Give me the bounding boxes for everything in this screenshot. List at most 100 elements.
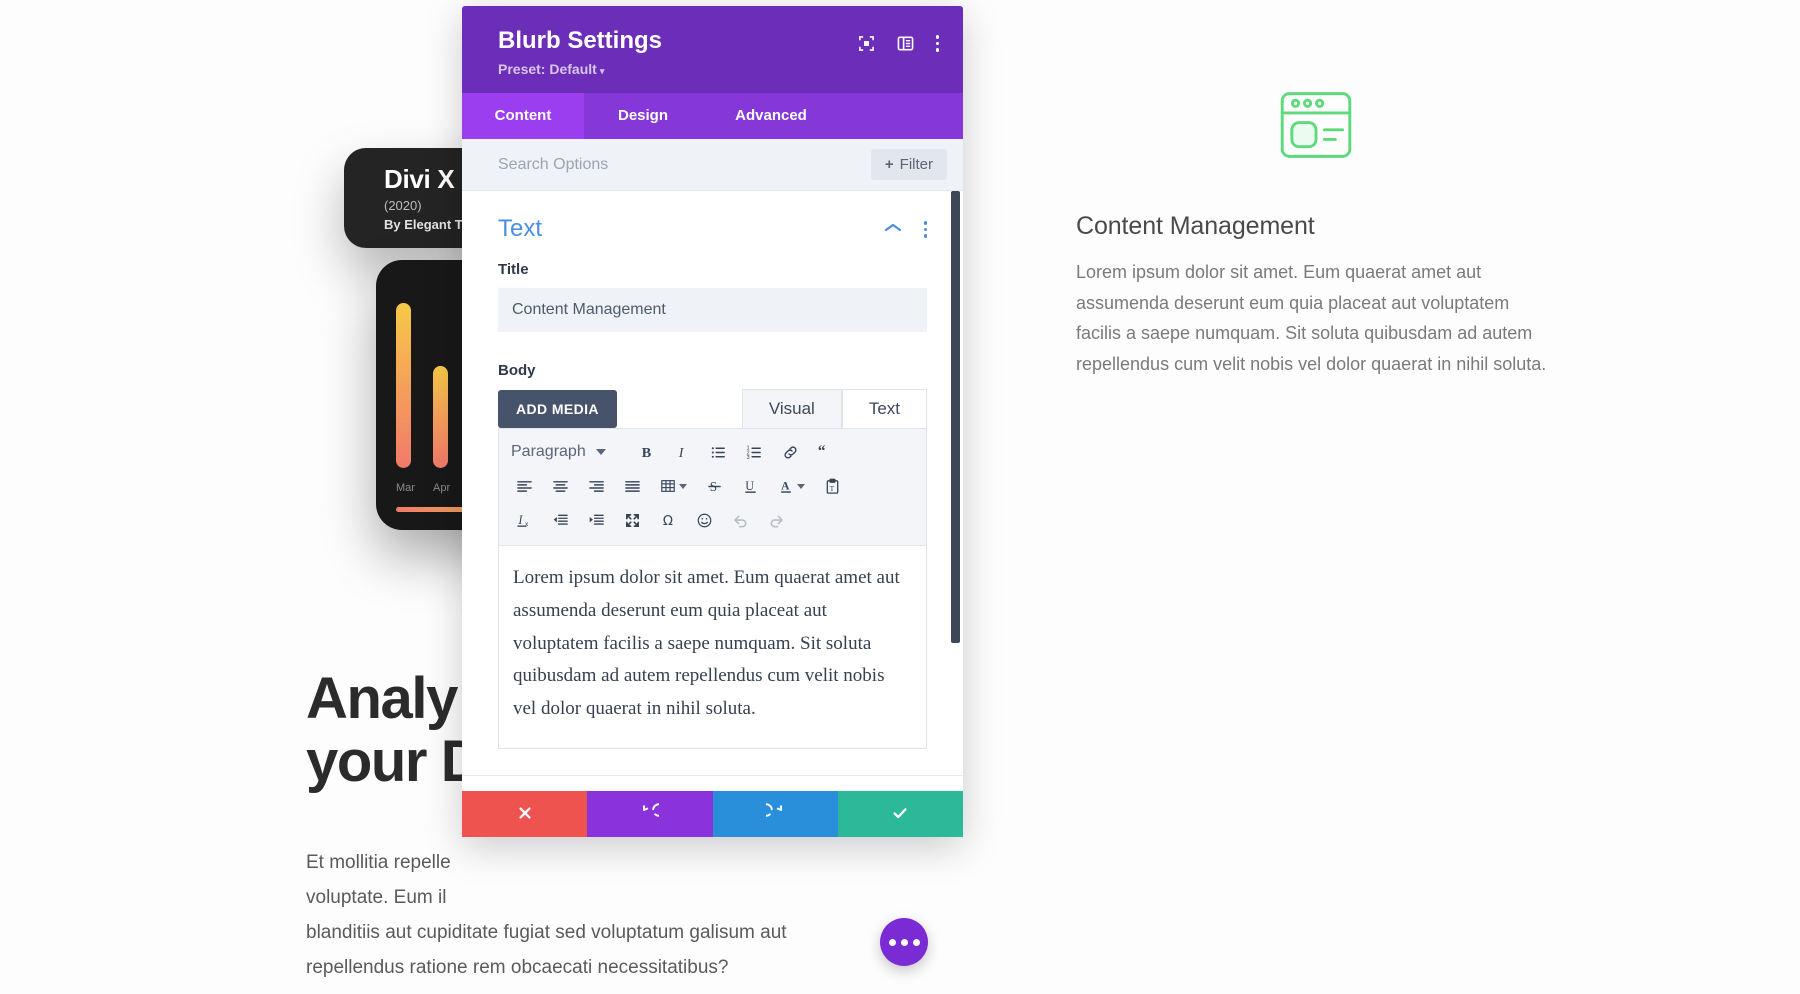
close-icon: [517, 805, 533, 824]
blockquote-icon[interactable]: “: [809, 435, 843, 469]
svg-text:Ω: Ω: [662, 514, 672, 529]
save-button[interactable]: [837, 791, 963, 838]
svg-text:x: x: [524, 521, 528, 528]
redo-arrow-icon: [759, 803, 785, 825]
plus-icon: +: [884, 156, 894, 174]
editor-tab-text[interactable]: Text: [841, 389, 927, 429]
blurb-preview: Content Management Lorem ipsum dolor sit…: [1076, 90, 1556, 379]
section-actions-text: [884, 220, 927, 238]
chart-x-label: Apr: [433, 482, 451, 494]
tab-design[interactable]: Design: [584, 93, 702, 139]
chevron-down-icon: [595, 449, 606, 456]
editor-toolbar-row-2: S U: [507, 469, 918, 503]
more-options-fab[interactable]: [880, 918, 928, 966]
align-right-icon[interactable]: [579, 469, 613, 503]
section-header-text[interactable]: Text: [462, 191, 963, 261]
add-media-button[interactable]: ADD MEDIA: [498, 390, 617, 429]
align-justify-icon[interactable]: [615, 469, 649, 503]
svg-text:I: I: [517, 513, 523, 527]
search-bar: + Filter: [462, 139, 963, 192]
format-select-label: Paragraph: [511, 443, 586, 461]
paste-as-text-icon[interactable]: T: [815, 469, 849, 503]
strikethrough-icon[interactable]: S: [697, 469, 731, 503]
svg-text:U: U: [745, 479, 754, 493]
page-paragraph: Et mollitia repelle voluptate. Eum il bl…: [306, 852, 787, 979]
settings-scroll-pane: Text Title Body ADD MED: [462, 191, 963, 791]
emoji-icon[interactable]: [687, 503, 721, 537]
modal-header-actions: [858, 28, 939, 52]
svg-text:I: I: [677, 445, 684, 461]
format-select[interactable]: Paragraph: [507, 443, 627, 461]
numbered-list-icon[interactable]: 1 2 3: [737, 435, 771, 469]
chart-bar: [433, 366, 448, 468]
redo-button[interactable]: [712, 791, 838, 838]
editor-mode-tabs: Visual Text: [741, 389, 927, 429]
section-header-image-icon[interactable]: Image & Icon: [462, 776, 963, 792]
align-center-icon[interactable]: [543, 469, 577, 503]
preview-body: Lorem ipsum dolor sit amet. Eum quaerat …: [1076, 262, 1547, 374]
link-icon[interactable]: [773, 435, 807, 469]
svg-text:“: “: [818, 444, 826, 460]
body-editor-content[interactable]: Lorem ipsum dolor sit amet. Eum quaerat …: [499, 546, 926, 747]
modal-header: Blurb Settings Preset: Default ▾: [462, 6, 963, 94]
chart-x-label: Mar: [396, 482, 415, 494]
chevron-down-icon: [678, 483, 687, 489]
indent-icon[interactable]: [579, 503, 613, 537]
bulleted-list-icon[interactable]: [701, 435, 735, 469]
underline-icon[interactable]: U: [733, 469, 767, 503]
more-vertical-icon[interactable]: [935, 35, 939, 52]
tab-content[interactable]: Content: [462, 93, 584, 140]
more-vertical-icon[interactable]: [923, 221, 927, 238]
ellipsis-icon: [888, 938, 920, 946]
chevron-up-icon[interactable]: [884, 220, 902, 238]
field-body-label: Body: [498, 362, 536, 380]
outdent-icon[interactable]: [543, 503, 577, 537]
special-character-icon[interactable]: Ω: [651, 503, 685, 537]
settings-scrollbar[interactable]: [951, 191, 960, 644]
chart-bar: [396, 303, 411, 468]
editor-top-bar: ADD MEDIA Visual Text: [498, 389, 927, 429]
check-icon: [891, 804, 909, 825]
wysiwyg-editor: Paragraph B I 1 2 3 “ U A T I x Ω Lorem …: [498, 428, 927, 749]
undo-icon[interactable]: [723, 503, 757, 537]
editor-toolbar-row-1: Paragraph B I 1 2 3 “: [507, 435, 918, 469]
field-title: Title: [462, 261, 963, 333]
undo-arrow-icon: [640, 803, 666, 825]
search-input[interactable]: [498, 155, 871, 174]
fullscreen-icon[interactable]: [615, 503, 649, 537]
chevron-down-icon: ▾: [599, 66, 605, 77]
italic-icon[interactable]: I: [665, 435, 699, 469]
layout-columns-icon[interactable]: [897, 35, 914, 52]
cancel-button[interactable]: [462, 791, 588, 838]
text-color-icon[interactable]: A: [769, 469, 813, 503]
blurb-settings-modal: Blurb Settings Preset: Default ▾ Content…: [462, 6, 963, 838]
align-left-icon[interactable]: [507, 469, 541, 503]
editor-toolbar-row-3: I x Ω: [507, 503, 918, 537]
editor-tab-visual[interactable]: Visual: [741, 389, 842, 429]
svg-text:A: A: [781, 481, 790, 493]
preview-title: Content Management: [1076, 212, 1315, 240]
modal-tabs: Content Design Advanced: [462, 93, 963, 140]
table-icon[interactable]: [651, 469, 695, 503]
svg-text:3: 3: [746, 455, 749, 461]
clear-formatting-icon[interactable]: I x: [507, 503, 541, 537]
bold-icon[interactable]: B: [629, 435, 663, 469]
tab-advanced[interactable]: Advanced: [702, 93, 840, 139]
title-input[interactable]: [498, 288, 927, 333]
focus-target-icon[interactable]: [858, 35, 875, 52]
modal-footer: [462, 791, 963, 838]
filter-button-label: Filter: [899, 156, 933, 174]
section-title-text: Text: [498, 215, 543, 243]
preset-selector[interactable]: Preset: Default ▾: [498, 61, 662, 77]
modal-body: Text Title Body ADD MED: [462, 191, 963, 792]
field-title-label: Title: [498, 261, 529, 279]
svg-text:T: T: [829, 484, 834, 493]
editor-toolbar: Paragraph B I 1 2 3 “ U A T I x Ω: [499, 429, 926, 547]
modal-title: Blurb Settings: [498, 27, 663, 54]
redo-icon[interactable]: [759, 503, 793, 537]
filter-button[interactable]: + Filter: [870, 149, 947, 181]
preset-label: Preset: Default: [498, 61, 597, 78]
undo-button[interactable]: [587, 791, 713, 838]
browser-window-content-icon: [1076, 90, 1556, 160]
field-body: Body ADD MEDIA Visual Text Paragraph B I…: [462, 362, 963, 749]
